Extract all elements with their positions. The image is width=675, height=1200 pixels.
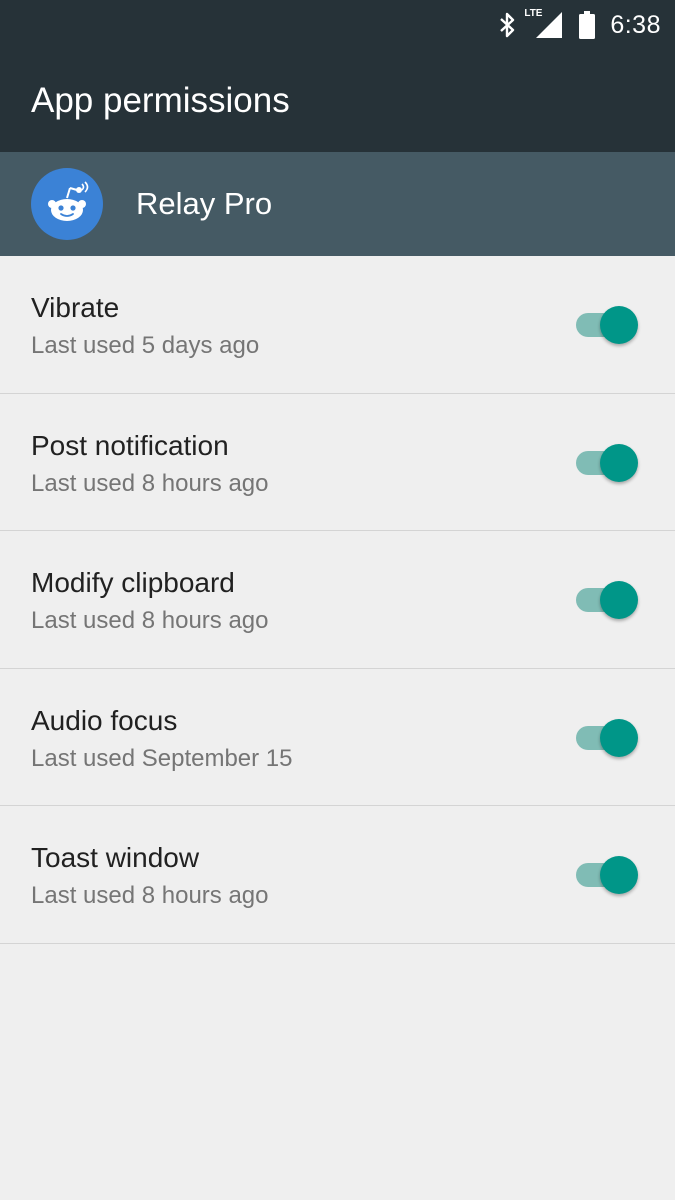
- permission-title: Modify clipboard: [31, 567, 235, 598]
- bluetooth-icon: [498, 12, 516, 38]
- toggle-thumb: [600, 581, 638, 619]
- permission-row-audio-focus[interactable]: Audio focus Last used September 15: [0, 669, 675, 806]
- permission-list: Vibrate Last used 5 days ago Post notifi…: [0, 256, 675, 944]
- app-header: Relay Pro: [0, 152, 675, 256]
- toggle-thumb: [600, 443, 638, 482]
- permission-toggle[interactable]: [574, 305, 640, 345]
- permission-title: Vibrate: [31, 292, 120, 323]
- permission-toggle[interactable]: [574, 580, 640, 620]
- page-title: App permissions: [31, 81, 290, 120]
- toggle-thumb: [600, 856, 638, 894]
- permission-title: Toast window: [31, 842, 200, 873]
- permission-row-vibrate[interactable]: Vibrate Last used 5 days ago: [0, 256, 675, 394]
- permission-row-modify-clipboard[interactable]: Modify clipboard Last used 8 hours ago: [0, 531, 675, 669]
- app-name: Relay Pro: [136, 186, 273, 221]
- battery-icon: [578, 11, 596, 39]
- permission-last-used: Last used 8 hours ago: [31, 469, 269, 497]
- permission-toggle[interactable]: [574, 855, 640, 895]
- permission-last-used: Last used 5 days ago: [31, 332, 260, 359]
- app-bar: App permissions: [0, 50, 675, 152]
- status-bar: LTE 6:38: [0, 0, 675, 50]
- toggle-thumb: [600, 306, 638, 344]
- status-clock: 6:38: [610, 10, 661, 39]
- permission-row-toast-window[interactable]: Toast window Last used 8 hours ago: [0, 806, 675, 944]
- permission-toggle[interactable]: [574, 718, 640, 758]
- permission-last-used: Last used September 15: [31, 744, 293, 772]
- permission-last-used: Last used 8 hours ago: [31, 607, 269, 634]
- permission-title: Post notification: [31, 429, 229, 461]
- toggle-thumb: [600, 718, 638, 757]
- lte-signal-icon: LTE: [524, 8, 564, 40]
- permission-title: Audio focus: [31, 704, 178, 736]
- reddit-alien-icon: [31, 168, 103, 240]
- permission-row-post-notification[interactable]: Post notification Last used 8 hours ago: [0, 394, 675, 531]
- permission-toggle[interactable]: [574, 443, 640, 483]
- permission-last-used: Last used 8 hours ago: [31, 882, 269, 909]
- network-type-label: LTE: [524, 8, 543, 19]
